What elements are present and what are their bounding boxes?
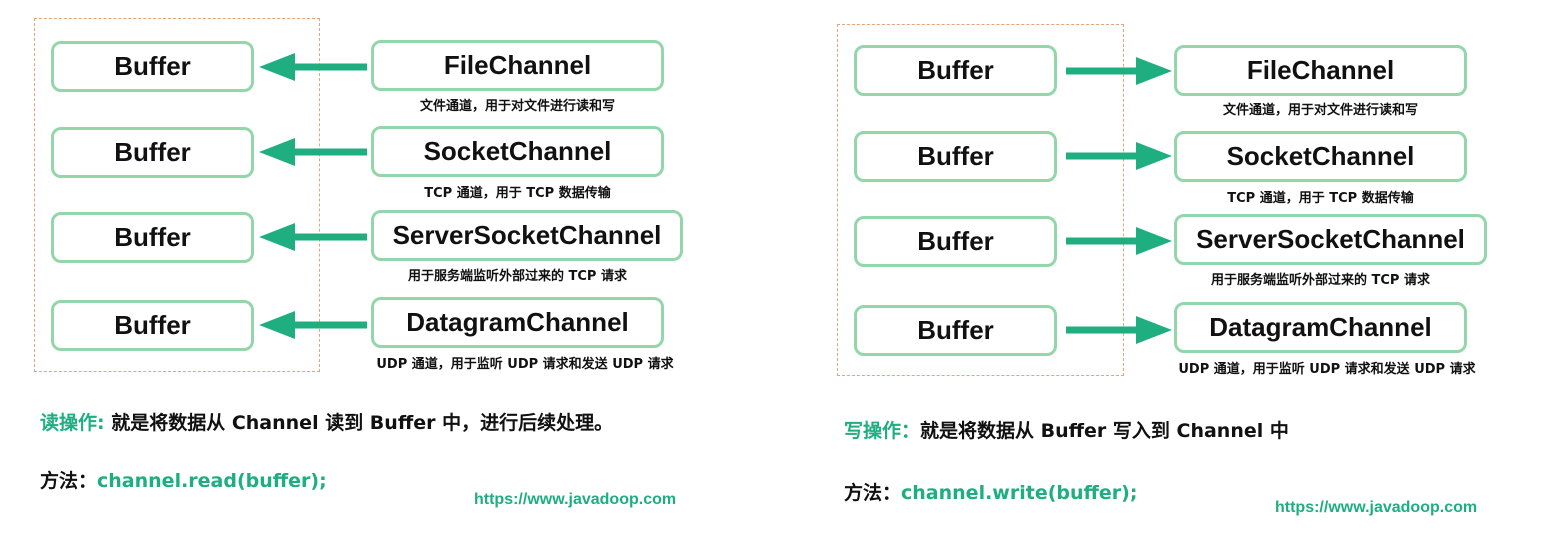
- write-op-label: 写操作：: [844, 420, 921, 442]
- channel-node-file: FileChannel: [1174, 45, 1467, 96]
- arrow-right-icon: [1066, 142, 1172, 170]
- write-operation-description: 写操作：就是将数据从 Buffer 写入到 Channel 中: [844, 416, 1289, 443]
- read-method-label: 方法：: [40, 470, 98, 492]
- channel-caption: TCP 通道，用于 TCP 数据传输: [1227, 191, 1414, 206]
- buffer-node: Buffer: [854, 216, 1057, 267]
- arrow-left-icon: [259, 223, 367, 251]
- write-op-text: 就是将数据从 Buffer 写入到 Channel 中: [920, 420, 1289, 442]
- channel-node-datagram: DatagramChannel: [371, 297, 664, 348]
- read-site-url[interactable]: https://www.javadoop.com: [474, 491, 676, 509]
- channel-node-server-socket: ServerSocketChannel: [371, 210, 683, 261]
- arrow-left-icon: [259, 53, 367, 81]
- arrow-right-icon: [1066, 316, 1172, 344]
- channel-caption: 用于服务端监听外部过来的 TCP 请求: [408, 269, 627, 284]
- read-operation-description: 读操作: 就是将数据从 Channel 读到 Buffer 中，进行后续处理。: [40, 408, 613, 435]
- buffer-node: Buffer: [854, 131, 1057, 182]
- write-method: 方法：channel.write(buffer);: [844, 478, 1137, 505]
- channel-caption: UDP 通道，用于监听 UDP 请求和发送 UDP 请求: [376, 357, 674, 372]
- arrow-right-icon: [1066, 227, 1172, 255]
- channel-node-socket: SocketChannel: [371, 126, 664, 177]
- channel-node-server-socket: ServerSocketChannel: [1174, 214, 1487, 265]
- arrow-right-icon: [1066, 57, 1172, 85]
- channel-caption: 用于服务端监听外部过来的 TCP 请求: [1211, 273, 1430, 288]
- arrow-left-icon: [259, 138, 367, 166]
- buffer-node: Buffer: [51, 212, 254, 263]
- channel-caption: 文件通道，用于对文件进行读和写: [1222, 103, 1418, 118]
- buffer-node: Buffer: [51, 300, 254, 351]
- write-method-code: channel.write(buffer);: [901, 482, 1138, 504]
- channel-node-file: FileChannel: [371, 40, 664, 91]
- read-method: 方法：channel.read(buffer);: [40, 466, 327, 493]
- channel-caption: TCP 通道，用于 TCP 数据传输: [424, 186, 611, 201]
- read-method-code: channel.read(buffer);: [97, 470, 327, 492]
- buffer-node: Buffer: [854, 305, 1057, 356]
- read-op-text: 就是将数据从 Channel 读到 Buffer 中，进行后续处理。: [104, 412, 614, 434]
- channel-caption: UDP 通道，用于监听 UDP 请求和发送 UDP 请求: [1178, 362, 1476, 377]
- buffer-node: Buffer: [854, 45, 1057, 96]
- write-site-url[interactable]: https://www.javadoop.com: [1275, 499, 1477, 517]
- arrow-left-icon: [259, 311, 367, 339]
- channel-caption: 文件通道，用于对文件进行读和写: [419, 99, 615, 114]
- write-method-label: 方法：: [844, 482, 902, 504]
- buffer-node: Buffer: [51, 41, 254, 92]
- channel-node-socket: SocketChannel: [1174, 131, 1467, 182]
- read-op-label: 读操作:: [40, 412, 105, 434]
- buffer-node: Buffer: [51, 127, 254, 178]
- read-panel: Buffer FileChannel 文件通道，用于对文件进行读和写 Buffe…: [0, 0, 779, 533]
- write-panel: Buffer FileChannel 文件通道，用于对文件进行读和写 Buffe…: [800, 0, 1558, 533]
- channel-node-datagram: DatagramChannel: [1174, 302, 1467, 353]
